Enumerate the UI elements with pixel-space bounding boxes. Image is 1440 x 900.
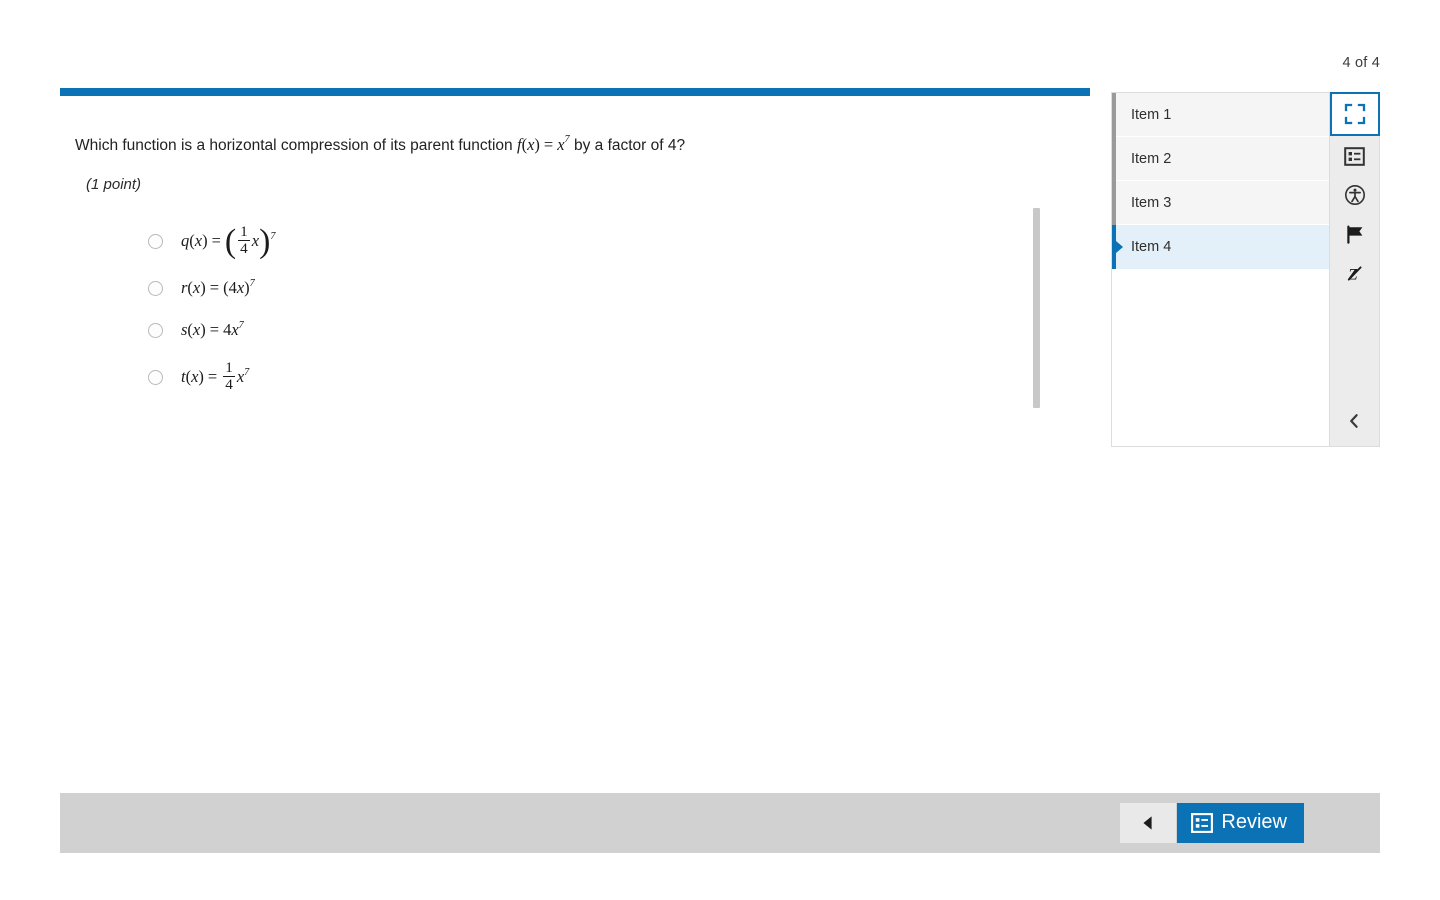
stem-exponent: 7	[564, 134, 570, 146]
accessibility-icon[interactable]	[1331, 176, 1379, 214]
choice-q-exponent: 7	[270, 230, 276, 242]
choice-q-inner-var: x	[251, 231, 260, 251]
bottom-toolbar: Review	[60, 793, 1380, 853]
answer-choice-r[interactable]: r(x) =(4 x) 7	[60, 267, 1090, 309]
item-label: Item 3	[1131, 194, 1172, 211]
choice-r-exponent: 7	[249, 277, 255, 289]
choice-t-inner-var: x	[236, 367, 245, 387]
choice-q-numerator: 1	[240, 223, 248, 241]
choice-q-var: x	[194, 231, 203, 251]
stem-base: x	[557, 135, 565, 154]
choice-s-expression: s(x) = 4 x 7	[181, 319, 244, 340]
choice-t-expression: t(x) = 1 4 x 7	[181, 359, 250, 393]
question-body: Which function is a horizontal compressi…	[60, 96, 1090, 403]
choice-r-var: x	[192, 278, 201, 298]
stem-math-expression: f(x) = x 7	[516, 134, 570, 154]
choice-r-coefficient: 4	[228, 278, 237, 298]
item-label: Item 4	[1131, 238, 1172, 255]
item-list-row-1[interactable]: Item 1	[1112, 93, 1329, 137]
stem-equals: =	[543, 135, 554, 154]
review-list-icon	[1191, 813, 1214, 833]
previous-button[interactable]	[1120, 803, 1177, 843]
choice-s-inner-var: x	[231, 320, 239, 340]
choice-q-open-paren: (	[224, 222, 237, 260]
item-navigator: Item 1 Item 2 Item 3 Item 4	[1111, 92, 1381, 447]
question-panel: Which function is a horizontal compressi…	[60, 88, 1090, 403]
choice-q-close-paren: )	[259, 222, 271, 260]
choice-q-fraction: 14	[238, 224, 250, 257]
radio-button-s[interactable]	[148, 322, 163, 338]
radio-button-r[interactable]	[148, 280, 163, 296]
panel-accent-bar	[60, 88, 1090, 96]
flag-icon[interactable]	[1331, 215, 1379, 253]
choice-s-equals: =	[209, 320, 220, 340]
answer-choice-s[interactable]: s(x) = 4 x 7	[60, 309, 1090, 351]
choice-t-denominator: 4	[223, 375, 235, 393]
choice-t-numerator: 1	[225, 359, 233, 377]
chevron-left-icon	[1350, 414, 1358, 428]
current-item-pointer-icon	[1116, 241, 1123, 253]
item-list-row-4[interactable]: Item 4	[1112, 224, 1329, 269]
answer-choice-q[interactable]: q(x) =(1 4 x) 7	[60, 215, 1090, 267]
choice-q-equals: =	[211, 231, 221, 251]
tool-rail: Z	[1329, 92, 1380, 447]
review-button[interactable]: Review	[1177, 803, 1304, 843]
choice-t-fraction: 14	[223, 360, 235, 393]
item-list-row-3[interactable]: Item 3	[1112, 180, 1329, 225]
stem-text-after: by a factor of 4?	[569, 137, 686, 154]
choice-s-var: x	[192, 320, 201, 340]
strikethrough-icon[interactable]: Z	[1331, 254, 1379, 292]
radio-button-q[interactable]	[148, 233, 163, 249]
item-list: Item 1 Item 2 Item 3 Item 4	[1111, 92, 1330, 447]
choice-r-equals: =	[209, 278, 220, 298]
item-list-icon[interactable]	[1331, 137, 1379, 175]
choice-q-expression: q(x) =(1 4 x) 7	[181, 222, 276, 260]
question-stem: Which function is a horizontal compressi…	[60, 96, 1090, 156]
choice-t-equals: =	[207, 367, 218, 387]
item-list-row-2[interactable]: Item 2	[1112, 136, 1329, 181]
radio-button-t[interactable]	[148, 369, 163, 385]
review-button-label: Review	[1221, 811, 1287, 833]
answer-choice-t[interactable]: t(x) = 1 4 x 7	[60, 351, 1090, 403]
choice-r-expression: r(x) =(4 x) 7	[181, 277, 255, 298]
choice-q-fn: q	[181, 231, 190, 251]
item-label: Item 2	[1131, 150, 1172, 167]
choice-t-exponent: 7	[244, 366, 250, 378]
fullscreen-icon[interactable]	[1329, 92, 1380, 136]
points-label: (1 point)	[86, 176, 142, 194]
choice-q-denominator: 4	[238, 239, 250, 257]
previous-triangle-icon	[1143, 816, 1153, 830]
collapse-panel-button[interactable]	[1330, 404, 1378, 438]
choice-s-exponent: 7	[238, 319, 244, 331]
item-counter: 4 of 4	[1342, 55, 1380, 71]
choice-t-var: x	[191, 367, 199, 387]
stem-text-before: Which function is a horizontal compressi…	[75, 137, 517, 154]
choice-r-inner-var: x	[236, 278, 245, 298]
item-label: Item 1	[1131, 106, 1172, 123]
question-scrollbar-thumb[interactable]	[1033, 208, 1040, 408]
stem-fn-var: x	[527, 135, 535, 154]
answer-choice-list: q(x) =(1 4 x) 7 r(x) =(4 x) 7 s(x) = 4 x 7 t(x) = 1 4 x…	[60, 193, 1090, 403]
